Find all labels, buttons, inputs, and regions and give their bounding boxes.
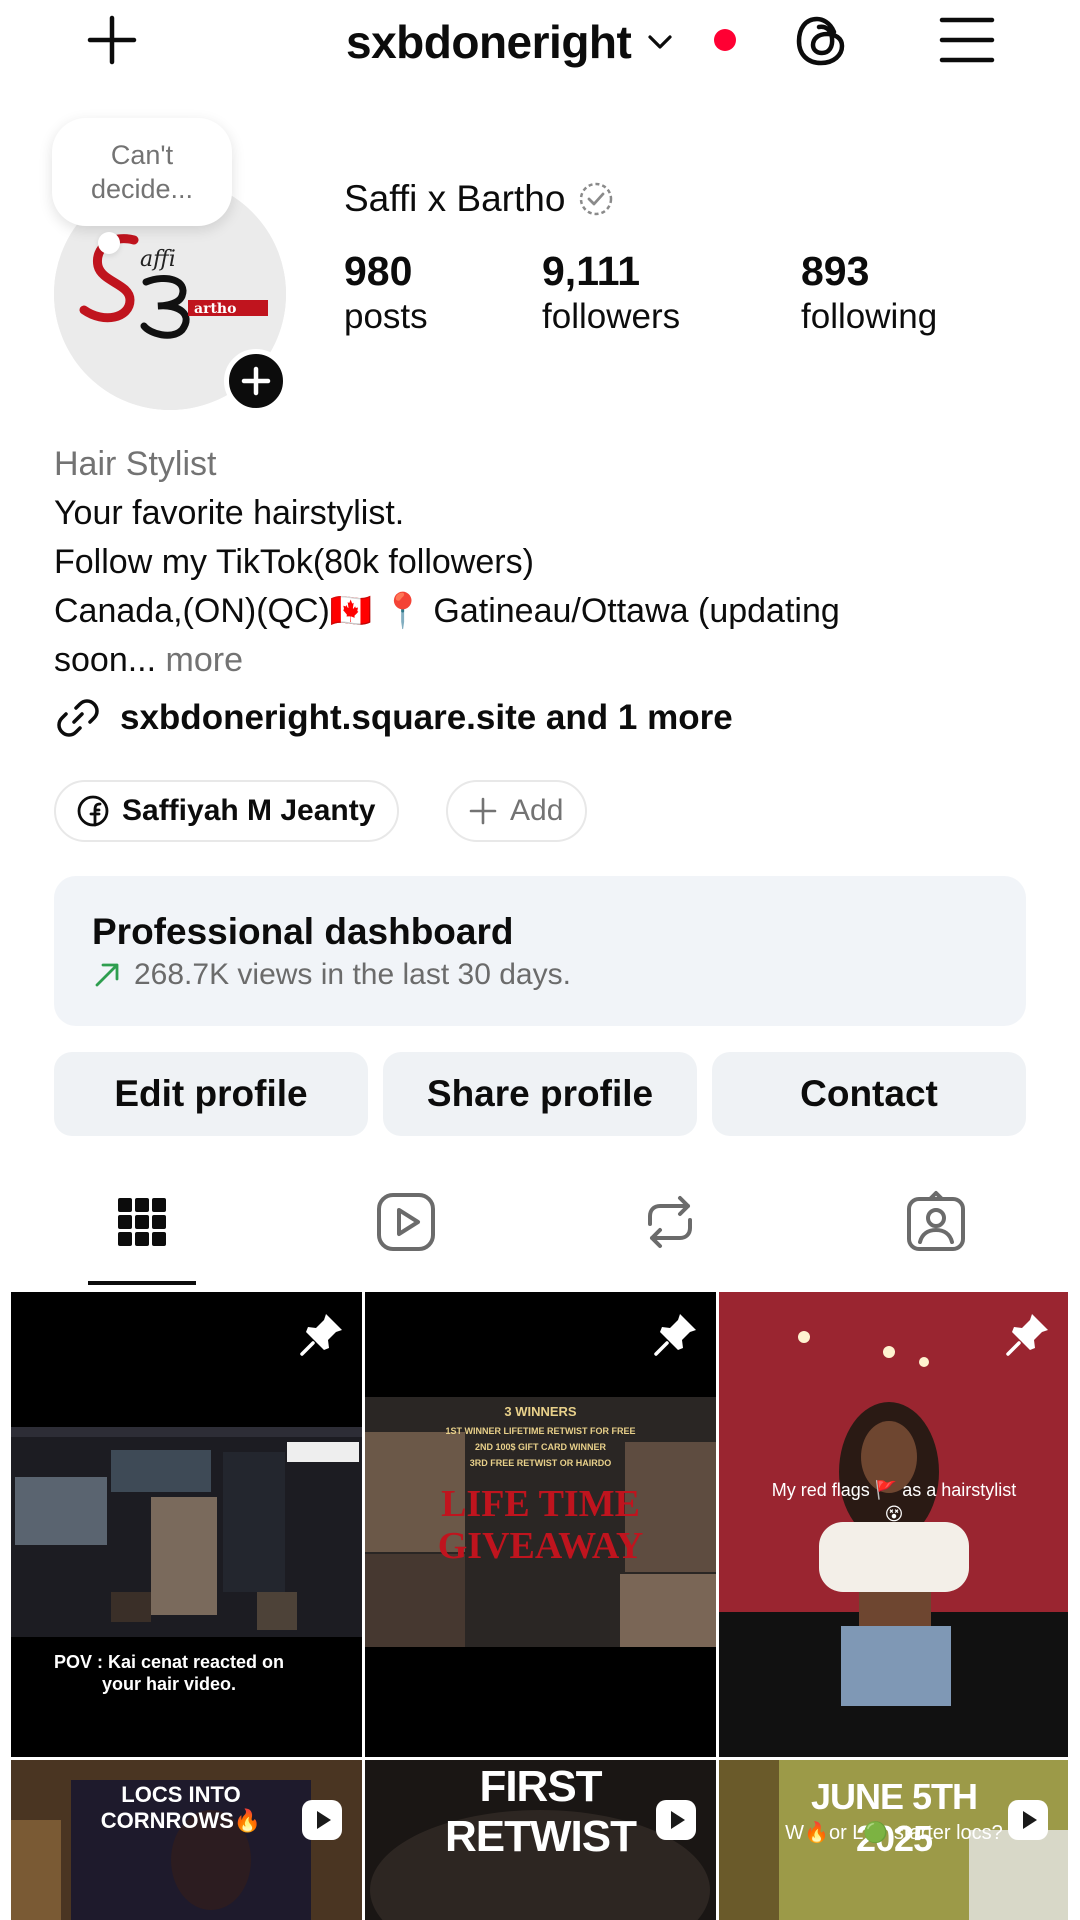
stat-posts[interactable]: 980 posts	[344, 248, 428, 340]
frame-left	[0, 0, 11, 1920]
link-text: sxbdoneright.square.site and 1 more	[120, 698, 733, 737]
post-line-text: 1ST WINNER LIFETIME RETWIST FOR FREE	[445, 1426, 636, 1436]
reel-caption: W🔥or L🟢 starter locs?	[785, 1822, 1003, 1844]
facebook-chip-label: Saffiyah M Jeanty	[122, 794, 376, 827]
active-tab-indicator	[88, 1281, 196, 1285]
post-line-text: 2ND 100$ GIFT CARD WINNER	[474, 1442, 607, 1452]
post-caption: My red flags 🚩 as a hairstylist😵	[771, 1480, 1017, 1524]
grid-icon[interactable]	[110, 1190, 174, 1254]
add-chip-label: Add	[510, 794, 564, 827]
top-bar: sxbdoneright	[0, 0, 1080, 80]
pin-icon	[300, 1314, 342, 1356]
post-tile[interactable]: 3 WINNERS 1ST WINNER LIFETIME RETWIST FO…	[365, 1292, 716, 1757]
stat-following-value: 893	[801, 248, 870, 294]
reel-tile[interactable]: LOCS INTO CORNROWS🔥	[11, 1760, 362, 1920]
create-plus-icon[interactable]	[84, 12, 140, 68]
account-switcher[interactable]: sxbdoneright	[346, 12, 675, 72]
share-profile-button[interactable]: Share profile	[383, 1052, 697, 1136]
post-title-text: LIFE TIME	[441, 1483, 640, 1525]
profile-category: Hair Stylist	[54, 445, 217, 483]
threads-icon[interactable]	[792, 12, 850, 70]
dashboard-title: Professional dashboard	[92, 911, 514, 952]
display-name: Saffi x Bartho	[344, 178, 566, 219]
notification-dot	[714, 29, 736, 51]
post-title-text: GIVEAWAY	[437, 1525, 644, 1567]
link-icon	[57, 699, 99, 737]
contact-button[interactable]: Contact	[712, 1052, 1026, 1136]
post-header-text: 3 WINNERS	[504, 1404, 577, 1419]
reel-tile[interactable]: FIRST RETWIST	[365, 1760, 716, 1920]
bio-line: Your favorite hairstylist.	[54, 494, 405, 532]
bio-line: Follow my TikTok(80k followers)	[54, 543, 534, 581]
tagged-icon[interactable]	[904, 1190, 968, 1254]
bio-line-last: soon... more	[54, 636, 1034, 685]
post-line-text: 3RD FREE RETWIST OR HAIRDO	[469, 1458, 612, 1468]
svg-text:affi: affi	[140, 247, 176, 272]
trend-up-icon	[95, 963, 119, 987]
chevron-down-icon	[648, 35, 672, 49]
reels-icon[interactable]	[374, 1190, 438, 1254]
pin-icon	[654, 1314, 696, 1356]
verification-badge-icon[interactable]	[577, 180, 615, 218]
add-chip-button[interactable]: Add	[446, 780, 588, 842]
bio: Hair Stylist Your favorite hairstylist. …	[54, 440, 1034, 685]
note-bubble-tail	[98, 232, 120, 254]
reel-icon	[302, 1800, 342, 1840]
external-link[interactable]: sxbdoneright.square.site and 1 more	[54, 694, 733, 742]
note-bubble[interactable]: Can't decide...	[52, 118, 232, 226]
reel-caption: FIRST RETWIST	[445, 1762, 637, 1861]
stat-followers-label: followers	[542, 297, 681, 336]
bio-line: soon...	[54, 641, 157, 679]
stat-followers-value: 9,111	[542, 248, 641, 294]
dashboard-subtitle-row: 268.7K views in the last 30 days.	[92, 958, 988, 992]
facebook-icon	[77, 795, 109, 827]
menu-icon[interactable]	[938, 14, 996, 66]
reel-caption: JUNE 5TH 2025	[810, 1776, 978, 1859]
professional-dashboard[interactable]: Professional dashboard 268.7K views in t…	[54, 876, 1026, 1026]
display-name-row: Saffi x Bartho	[344, 178, 615, 220]
stat-following[interactable]: 893 following	[801, 248, 937, 340]
stat-following-label: following	[801, 297, 938, 336]
plus-icon	[469, 797, 497, 825]
add-story-plus-icon	[241, 366, 271, 396]
stat-posts-label: posts	[344, 297, 428, 336]
edit-profile-button[interactable]: Edit profile	[54, 1052, 368, 1136]
pin-icon	[1006, 1314, 1048, 1356]
facebook-profile-chip[interactable]: Saffiyah M Jeanty	[54, 780, 400, 842]
bio-line: Canada,(ON)(QC)🇨🇦 📍 Gatineau/Ottawa (upd…	[54, 592, 840, 630]
reel-tile[interactable]: JUNE 5TH 2025 W🔥or L🟢 starter locs?	[719, 1760, 1068, 1920]
svg-text:artho: artho	[194, 301, 236, 317]
post-tile[interactable]: POV : Kai cenat reacted on your hair vid…	[11, 1292, 362, 1757]
post-tile[interactable]: My red flags 🚩 as a hairstylist😵	[719, 1292, 1068, 1757]
bio-more-link[interactable]: more	[166, 641, 243, 679]
reposts-icon[interactable]	[638, 1190, 702, 1254]
frame-right	[1068, 0, 1080, 1920]
username: sxbdoneright	[346, 16, 632, 68]
stat-posts-value: 980	[344, 248, 413, 294]
post-caption: POV : Kai cenat reacted on your hair vid…	[53, 1652, 285, 1694]
stat-followers[interactable]: 9,111 followers	[542, 248, 680, 340]
dashboard-subtitle: 268.7K views in the last 30 days.	[134, 958, 571, 991]
reel-caption: LOCS INTO CORNROWS🔥	[100, 1782, 262, 1833]
add-story-button[interactable]	[224, 349, 288, 413]
